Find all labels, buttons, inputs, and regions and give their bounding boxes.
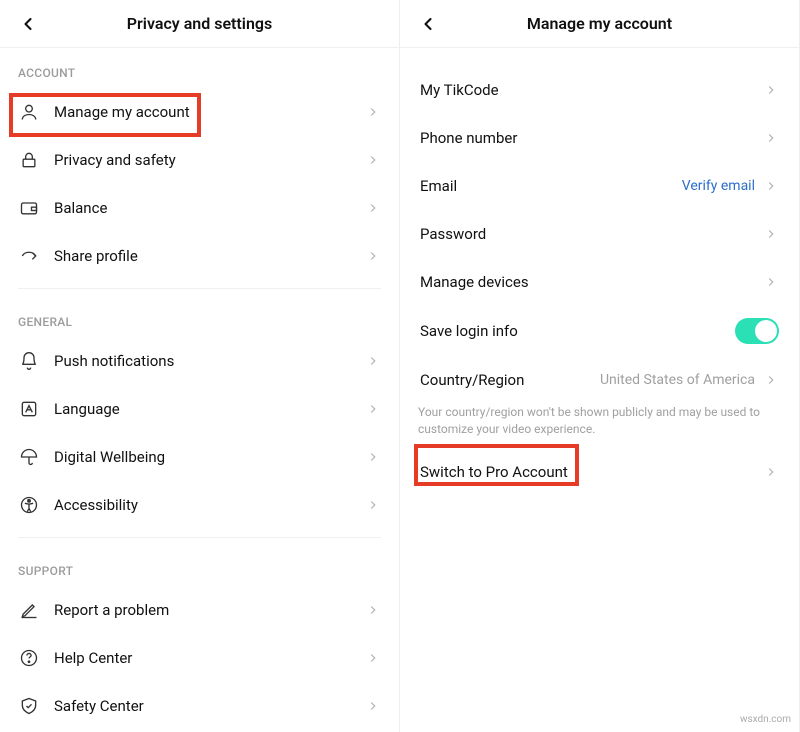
section-label-account: ACCOUNT [0,48,399,88]
chevron-right-icon [365,200,381,216]
manage-account-panel: Manage my account My TikCode Phone numbe… [400,0,800,732]
chevron-right-icon [365,650,381,666]
chevron-right-icon [365,152,381,168]
chevron-right-icon [763,178,779,194]
pencil-icon [18,599,40,621]
row-my-tikcode[interactable]: My TikCode [400,66,799,114]
row-privacy-safety[interactable]: Privacy and safety [0,136,399,184]
chevron-right-icon [763,82,779,98]
row-save-login-info[interactable]: Save login info [400,306,799,356]
row-label: Email [420,177,682,195]
chevron-right-icon [365,449,381,465]
page-title: Manage my account [527,14,672,33]
row-email[interactable]: Email Verify email [400,162,799,210]
row-push-notifications[interactable]: Push notifications [0,337,399,385]
row-switch-pro-account[interactable]: Switch to Pro Account [400,448,799,496]
header-right: Manage my account [400,0,799,48]
row-label: Country/Region [420,371,600,389]
chevron-right-icon [763,274,779,290]
divider [18,288,381,289]
chevron-right-icon [763,226,779,242]
row-label: Push notifications [54,352,365,370]
chevron-left-icon [18,14,38,34]
watermark: wsxdn.com [737,713,794,726]
row-value-country: United States of America [600,372,755,388]
row-label: Save login info [420,322,735,340]
person-icon [18,101,40,123]
row-label: My TikCode [420,81,763,99]
row-balance[interactable]: Balance [0,184,399,232]
row-value-verify-email: Verify email [682,178,755,194]
share-icon [18,245,40,267]
language-icon [18,398,40,420]
back-button[interactable] [16,12,40,36]
back-button[interactable] [416,12,440,36]
row-label: Manage devices [420,273,763,291]
help-icon [18,647,40,669]
row-label: Manage my account [54,103,365,121]
chevron-right-icon [365,497,381,513]
chevron-right-icon [763,464,779,480]
row-safety-center[interactable]: Safety Center [0,682,399,730]
row-label: Phone number [420,129,763,147]
chevron-left-icon [418,14,438,34]
page-title: Privacy and settings [127,14,272,33]
row-label: Privacy and safety [54,151,365,169]
section-label-general: GENERAL [0,297,399,337]
lock-icon [18,149,40,171]
row-label: Help Center [54,649,365,667]
row-manage-devices[interactable]: Manage devices [400,258,799,306]
row-label: Safety Center [54,697,365,715]
chevron-right-icon [365,353,381,369]
privacy-settings-panel: Privacy and settings ACCOUNT Manage my a… [0,0,400,732]
row-share-profile[interactable]: Share profile [0,232,399,280]
row-password[interactable]: Password [400,210,799,258]
shield-icon [18,695,40,717]
header-left: Privacy and settings [0,0,399,48]
row-label: Share profile [54,247,365,265]
row-label: Balance [54,199,365,217]
row-report-problem[interactable]: Report a problem [0,586,399,634]
row-label: Accessibility [54,496,365,514]
row-label: Switch to Pro Account [420,463,763,481]
chevron-right-icon [763,372,779,388]
toggle-save-login[interactable] [735,318,779,344]
row-country-region[interactable]: Country/Region United States of America [400,356,799,404]
chevron-right-icon [365,698,381,714]
row-digital-wellbeing[interactable]: Digital Wellbeing [0,433,399,481]
bell-icon [18,350,40,372]
section-label-support: SUPPORT [0,546,399,586]
toggle-knob [755,320,777,342]
chevron-right-icon [763,130,779,146]
country-hint: Your country/region won't be shown publi… [400,404,799,448]
row-accessibility[interactable]: Accessibility [0,481,399,529]
row-label: Language [54,400,365,418]
row-phone-number[interactable]: Phone number [400,114,799,162]
row-manage-my-account[interactable]: Manage my account [0,88,399,136]
row-label: Report a problem [54,601,365,619]
row-label: Digital Wellbeing [54,448,365,466]
chevron-right-icon [365,104,381,120]
umbrella-icon [18,446,40,468]
row-help-center[interactable]: Help Center [0,634,399,682]
row-language[interactable]: Language [0,385,399,433]
chevron-right-icon [365,248,381,264]
chevron-right-icon [365,602,381,618]
wallet-icon [18,197,40,219]
row-label: Password [420,225,763,243]
divider [18,537,381,538]
chevron-right-icon [365,401,381,417]
accessibility-icon [18,494,40,516]
